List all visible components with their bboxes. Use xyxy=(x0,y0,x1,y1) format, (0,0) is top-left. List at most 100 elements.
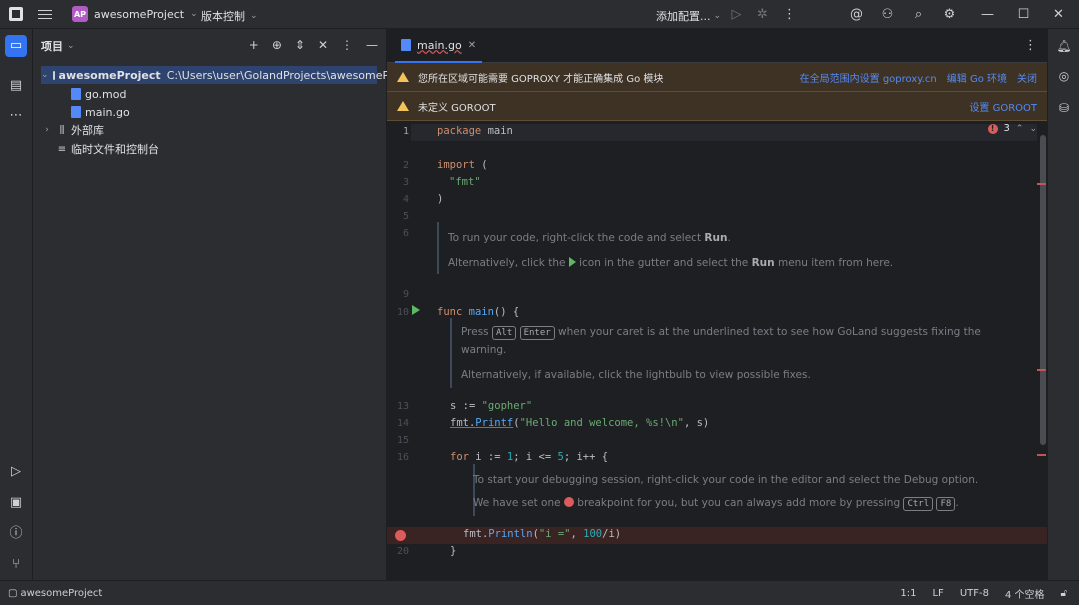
vcs-menu[interactable]: 版本控制 ⌄ xyxy=(201,8,258,24)
options-icon[interactable]: ⋮ xyxy=(341,38,353,52)
doc-text: Alternatively, click the icon in the gut… xyxy=(448,257,894,269)
chevron-down-icon[interactable]: ⌄ xyxy=(1029,124,1037,134)
library-icon: ⫼ xyxy=(59,124,65,136)
error-stripe-marker[interactable] xyxy=(1037,454,1046,456)
line-number: 3 xyxy=(402,177,409,188)
banner-text: 您所在区域可能需要 GOPROXY 才能正确集成 Go 模块 xyxy=(418,73,664,85)
lock-icon[interactable]: 🔓︎ xyxy=(1061,588,1067,599)
doc-text: Alternatively, if available, click the l… xyxy=(461,369,811,381)
add-user-icon[interactable]: ⚇ xyxy=(880,7,895,22)
settings-gear-icon[interactable]: ⚙ xyxy=(942,7,957,22)
line-number: 13 xyxy=(396,401,409,412)
error-stripe-marker[interactable] xyxy=(1037,369,1046,371)
database-icon[interactable]: ⛁ xyxy=(1055,99,1073,117)
more-actions-icon[interactable]: ⋮ xyxy=(782,7,797,22)
left-tool-strip: ▭ ▤ ⋯ ▷ ▣ ⓘ ⑂ xyxy=(0,29,33,580)
tree-item-label: 外部库 xyxy=(71,124,104,137)
line-number: 9 xyxy=(402,289,409,300)
editor: main.go ✕ ⋮ 您所在区域可能需要 GOPROXY 才能正确集成 Go … xyxy=(387,29,1047,580)
run-icon[interactable]: ▷ xyxy=(729,7,744,22)
close-banner-link[interactable]: 关闭 xyxy=(1017,70,1037,85)
set-goproxy-link[interactable]: 在全局范围内设置 goproxy.cn xyxy=(800,70,937,85)
scratches-icon: ≡ xyxy=(57,143,67,155)
status-bar: ▢ awesomeProject 1:1 LF UTF-8 4 个空格 🔓︎ xyxy=(0,580,1079,605)
chevron-right-icon[interactable]: › xyxy=(41,125,53,135)
close-tab-icon[interactable]: ✕ xyxy=(468,40,476,51)
services-icon[interactable]: ▷ xyxy=(5,461,27,483)
tree-item-go-mod[interactable]: go.mod xyxy=(67,85,126,103)
git-icon[interactable]: ⑂ xyxy=(5,554,27,576)
locate-file-icon[interactable]: ⊕ xyxy=(272,38,282,52)
problems-icon[interactable]: ⓘ xyxy=(5,523,27,545)
line-separator[interactable]: LF xyxy=(932,588,943,599)
doc-text: We have set one breakpoint for you, but … xyxy=(473,497,959,511)
code-line-4: "fmt" xyxy=(449,176,481,188)
collapse-all-icon[interactable]: ✕ xyxy=(318,38,328,52)
line-number: 1 xyxy=(402,126,409,137)
more-tabs-icon[interactable]: ⋮ xyxy=(1024,38,1037,53)
tree-item-external-libs[interactable]: › ⫼ 外部库 xyxy=(41,121,104,139)
chevron-down-icon[interactable]: ⌄ xyxy=(67,41,75,51)
doc-text: warning. xyxy=(461,344,507,356)
folder-icon xyxy=(52,70,55,80)
banner-text: 未定义 GOROOT xyxy=(418,102,496,114)
chevron-up-icon[interactable]: ⌃ xyxy=(1016,124,1024,134)
tree-item-main-go[interactable]: main.go xyxy=(67,103,130,121)
chevron-down-icon[interactable]: ⌄ xyxy=(41,70,49,80)
tree-item-project-root[interactable]: ⌄ awesomeProject C:\Users\user\GolandPro… xyxy=(41,66,420,84)
terminal-icon[interactable]: ▣ xyxy=(5,492,27,514)
title-bar: AP awesomeProject ⌄ 版本控制 ⌄ 添加配置... ⌄ ▷ ✲… xyxy=(0,0,1079,29)
status-breadcrumb[interactable]: ▢ awesomeProject xyxy=(8,588,102,599)
project-tool-icon[interactable]: ▭ xyxy=(5,35,27,57)
hide-panel-icon[interactable]: — xyxy=(366,38,378,52)
ai-assistant-icon[interactable]: @ xyxy=(849,7,864,22)
more-tools-icon[interactable]: ⋯ xyxy=(5,105,27,127)
maximize-icon[interactable]: ☐ xyxy=(1016,7,1031,22)
warning-icon xyxy=(397,72,409,82)
code-area[interactable]: ! 3 ⌃ ⌄ 1 2 3 4 5 9 10 13 14 15 16 20 6 … xyxy=(387,121,1047,580)
app-logo-icon[interactable] xyxy=(9,7,23,21)
error-icon: ! xyxy=(987,123,998,134)
set-goroot-link[interactable]: 设置 GOROOT xyxy=(969,99,1037,114)
chevron-down-icon: ⌄ xyxy=(250,11,258,21)
structure-tool-icon[interactable]: ▤ xyxy=(5,75,27,97)
tree-item-label: awesomeProject xyxy=(58,68,161,82)
project-name: awesomeProject xyxy=(94,7,185,21)
minimize-icon[interactable]: — xyxy=(980,7,995,22)
code-line-13: s := "gopher" xyxy=(450,400,533,412)
expand-all-icon[interactable]: ⇕ xyxy=(295,38,305,52)
folder-icon: ▢ xyxy=(8,587,18,599)
breakpoint-icon[interactable] xyxy=(395,530,406,541)
chevron-down-icon: ⌄ xyxy=(190,9,198,19)
error-stripe-marker[interactable] xyxy=(1037,183,1046,185)
debug-icon[interactable]: ✲ xyxy=(755,7,770,22)
run-gutter-icon[interactable] xyxy=(412,305,420,315)
code-line-19: } xyxy=(450,545,457,557)
tab-main-go[interactable]: main.go ✕ xyxy=(395,29,483,63)
ai-assistant-icon[interactable]: ◎ xyxy=(1055,67,1073,85)
code-line-10: func main() { xyxy=(437,306,520,318)
tree-item-scratches[interactable]: ≡ 临时文件和控制台 xyxy=(53,140,159,158)
indent-setting[interactable]: 4 个空格 xyxy=(1005,586,1045,601)
notifications-icon[interactable]: 🔔︎ xyxy=(1055,37,1073,55)
editor-scrollbar[interactable] xyxy=(1040,135,1046,445)
error-count: 3 xyxy=(1003,123,1010,134)
doc-text: To run your code, right-click the code a… xyxy=(448,232,731,244)
file-encoding[interactable]: UTF-8 xyxy=(960,588,989,599)
project-switcher[interactable]: AP awesomeProject ⌄ xyxy=(72,6,198,22)
project-panel-title[interactable]: 项目 xyxy=(41,38,63,54)
main-menu-icon[interactable] xyxy=(38,7,52,21)
code-line-18: fmt.Println("i =", 100/i) xyxy=(463,528,622,540)
go-file-icon xyxy=(71,106,81,118)
go-file-icon xyxy=(401,39,411,51)
doc-text: To start your debugging session, right-c… xyxy=(473,474,979,486)
project-badge: AP xyxy=(72,6,88,22)
close-window-icon[interactable]: ✕ xyxy=(1051,7,1066,22)
inspection-widget[interactable]: ! 3 ⌃ ⌄ xyxy=(987,123,1037,134)
caret-position[interactable]: 1:1 xyxy=(900,588,916,599)
run-icon xyxy=(568,257,576,267)
edit-go-env-link[interactable]: 编辑 Go 环境 xyxy=(947,70,1007,85)
search-icon[interactable]: ⌕ xyxy=(911,7,926,22)
new-file-icon[interactable]: + xyxy=(249,38,259,52)
run-config-selector[interactable]: 添加配置... ⌄ xyxy=(656,8,721,24)
